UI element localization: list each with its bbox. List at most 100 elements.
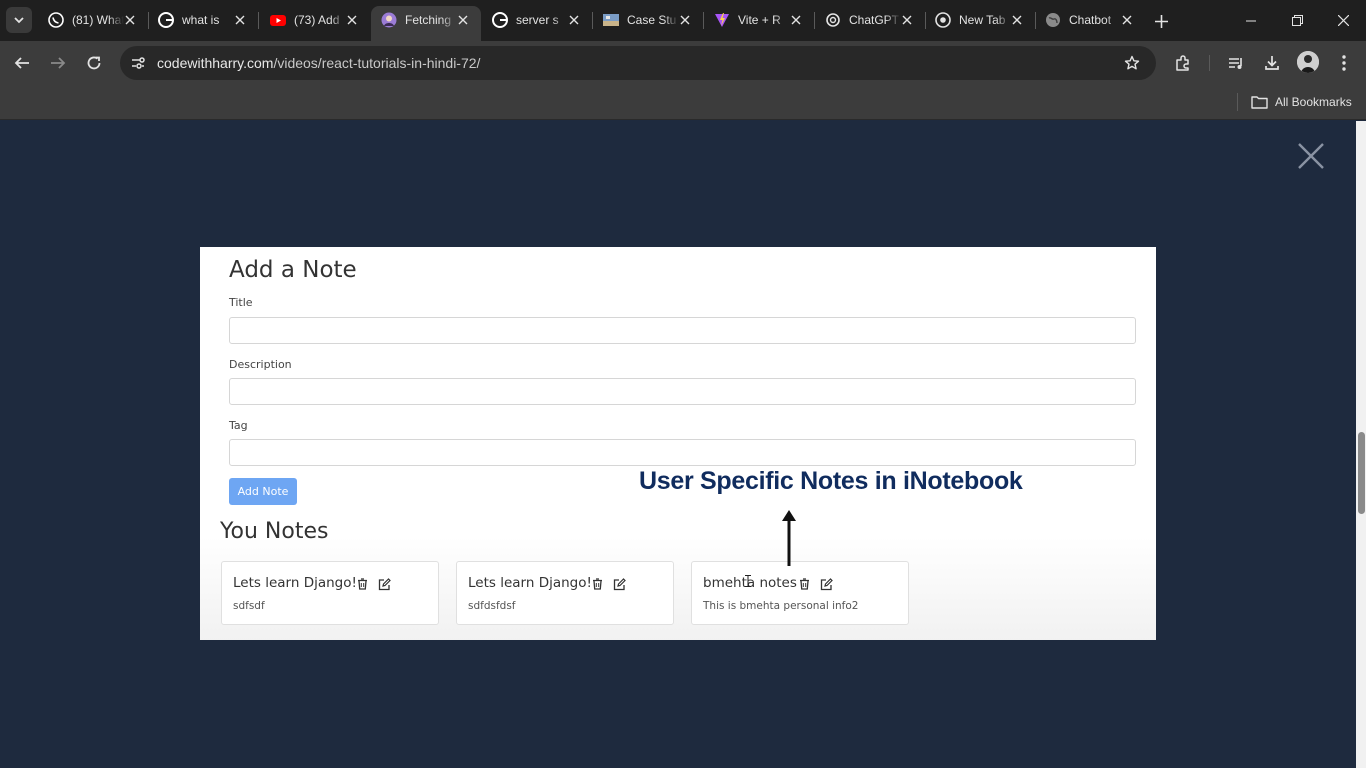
- all-bookmarks-button[interactable]: All Bookmarks: [1251, 92, 1352, 112]
- minimize-icon: [1246, 20, 1256, 21]
- media-control-icon[interactable]: [1224, 51, 1248, 75]
- chrome-icon: [935, 12, 951, 28]
- extensions-icon[interactable]: [1171, 51, 1195, 75]
- site-info-icon[interactable]: [126, 51, 150, 75]
- tab-search-button[interactable]: [6, 7, 32, 33]
- title-label: Title: [229, 296, 253, 309]
- tab-title: ChatGPT: [849, 13, 900, 27]
- url-host: codewithharry.com: [157, 55, 274, 71]
- edit-icon: [819, 577, 833, 591]
- tab-divider: [258, 12, 259, 29]
- trash-icon: [797, 577, 811, 591]
- tab-title: Fetching: [405, 13, 452, 27]
- google-icon: [158, 12, 174, 28]
- arrow-left-icon: [14, 57, 29, 69]
- all-bookmarks-label: All Bookmarks: [1275, 95, 1352, 109]
- close-icon[interactable]: [566, 12, 582, 28]
- minimize-button[interactable]: [1228, 0, 1274, 41]
- title-input: [229, 317, 1136, 344]
- tab-title: Case Stu: [627, 13, 677, 27]
- note-title: Lets learn Django!: [233, 575, 357, 591]
- restore-button[interactable]: [1274, 0, 1320, 41]
- reload-icon: [87, 56, 101, 70]
- browser-toolbar: codewithharry.com/videos/react-tutorials…: [0, 41, 1366, 85]
- tab-title: what is: [182, 13, 220, 27]
- tab-google-server[interactable]: server s: [482, 0, 592, 41]
- note-description: sdfsdf: [233, 600, 265, 612]
- reload-button[interactable]: [80, 49, 108, 77]
- close-icon: [1337, 15, 1349, 26]
- note-description: sdfdsfdsf: [468, 600, 516, 612]
- url-text[interactable]: codewithharry.com/videos/react-tutorials…: [157, 55, 480, 71]
- back-button[interactable]: [8, 49, 36, 77]
- bookmark-star-icon[interactable]: [1122, 53, 1142, 73]
- note-card: bmehta notes This is bmehta personal inf…: [691, 561, 909, 625]
- text-cursor-icon: [745, 575, 751, 587]
- close-icon[interactable]: [344, 12, 360, 28]
- note-card: Lets learn Django! sdfdsfdsf: [456, 561, 674, 625]
- forward-button[interactable]: [44, 49, 72, 77]
- more-menu-icon[interactable]: [1332, 51, 1356, 75]
- note-description: This is bmehta personal info2: [703, 600, 859, 612]
- arrow-up-icon: [782, 510, 796, 566]
- video-caption: User Specific Notes in iNotebook: [639, 467, 1023, 495]
- whatsapp-icon: [48, 12, 64, 28]
- edit-icon: [377, 577, 391, 591]
- tab-whatsapp[interactable]: (81) WhatsApp: [38, 0, 148, 41]
- close-icon[interactable]: [788, 12, 804, 28]
- close-icon[interactable]: [899, 12, 915, 28]
- google-icon: [492, 12, 508, 28]
- codewithharry-icon: [381, 12, 397, 28]
- edit-icon: [612, 577, 626, 591]
- tab-chatbot[interactable]: Chatbot: [1035, 0, 1145, 41]
- video-frame[interactable]: Add a Note Title Description Tag Add Not…: [200, 247, 1156, 640]
- folder-icon: [1251, 96, 1268, 109]
- tab-title: server s: [516, 13, 559, 27]
- tab-youtube[interactable]: (73) Add: [260, 0, 370, 41]
- add-note-button: Add Note: [229, 478, 297, 505]
- page-scrollbar[interactable]: [1356, 121, 1366, 768]
- close-icon: [1298, 143, 1324, 169]
- tab-fetching-active[interactable]: Fetching: [371, 6, 481, 41]
- image-icon: [603, 12, 619, 28]
- vite-icon: [714, 12, 730, 28]
- description-input: [229, 378, 1136, 405]
- tab-vite[interactable]: Vite + R: [704, 0, 814, 41]
- tab-title: (81) WhatsApp: [72, 13, 124, 27]
- new-tab-button[interactable]: [1150, 10, 1172, 32]
- trash-icon: [355, 577, 369, 591]
- toolbar-divider: [1209, 55, 1210, 71]
- close-icon[interactable]: [1009, 12, 1025, 28]
- url-path: /videos/react-tutorials-in-hindi-72/: [273, 55, 481, 71]
- restore-icon: [1291, 15, 1303, 26]
- close-icon[interactable]: [232, 12, 248, 28]
- chevron-down-icon: [14, 17, 24, 24]
- bookmarks-divider: [1237, 93, 1238, 111]
- add-note-heading: Add a Note: [229, 257, 357, 283]
- tab-chatgpt[interactable]: ChatGPT: [815, 0, 925, 41]
- address-bar[interactable]: codewithharry.com/videos/react-tutorials…: [120, 46, 1156, 80]
- profile-avatar[interactable]: [1297, 51, 1319, 73]
- tab-google-what-is[interactable]: what is: [148, 0, 258, 41]
- scrollbar-thumb[interactable]: [1358, 432, 1365, 514]
- chatgpt-icon: [825, 12, 841, 28]
- description-label: Description: [229, 358, 292, 371]
- download-icon[interactable]: [1260, 51, 1284, 75]
- tab-title: Chatbot: [1069, 13, 1112, 27]
- close-icon[interactable]: [677, 12, 693, 28]
- tab-strip: (81) WhatsApp what is (73) Add Fetching …: [0, 0, 1366, 41]
- tag-input: [229, 439, 1136, 466]
- bookmarks-bar: All Bookmarks: [0, 85, 1366, 120]
- close-icon[interactable]: [1119, 12, 1135, 28]
- close-window-button[interactable]: [1320, 0, 1366, 41]
- arrow-right-icon: [51, 57, 66, 69]
- tab-case-study[interactable]: Case Stu: [593, 0, 703, 41]
- close-icon[interactable]: [122, 12, 138, 28]
- tab-new-tab[interactable]: New Tab: [925, 0, 1035, 41]
- lightbox-close-button[interactable]: [1296, 141, 1326, 171]
- close-icon[interactable]: [455, 12, 471, 28]
- youtube-icon: [270, 12, 286, 28]
- globe-icon: [1045, 12, 1061, 28]
- note-card: Lets learn Django! sdfsdf: [221, 561, 439, 625]
- plus-icon: [1154, 14, 1168, 28]
